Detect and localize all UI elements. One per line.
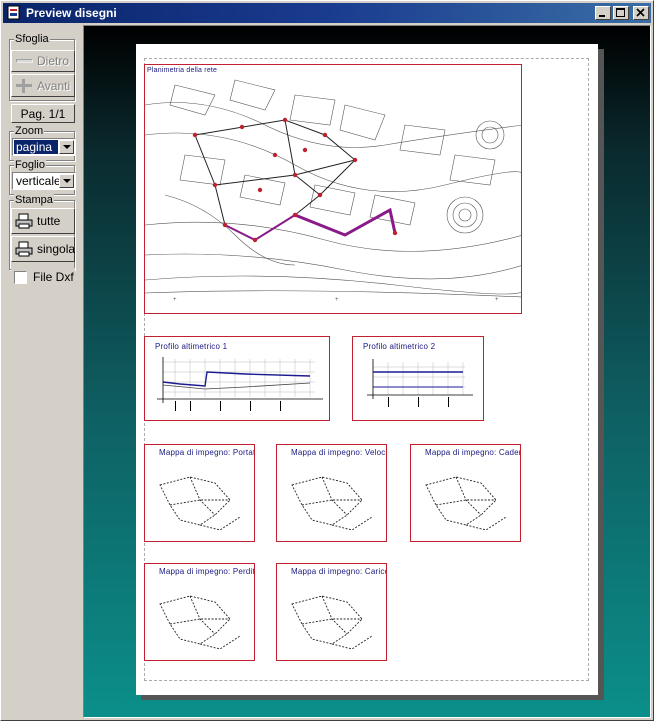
app-icon xyxy=(6,5,22,21)
map-panel-perdite: Mappa di impegno: Perdite xyxy=(144,563,255,661)
preview-area[interactable]: Planimetria della rete + + + Profilo alt… xyxy=(83,25,651,718)
file-dxf-label: File Dxf xyxy=(33,270,74,284)
svg-text:+: + xyxy=(335,297,339,303)
chevron-down-icon[interactable] xyxy=(59,174,74,188)
forward-button[interactable]: Avanti xyxy=(11,74,75,97)
page-indicator: Pag. 1/1 xyxy=(11,104,75,123)
file-dxf-checkbox[interactable] xyxy=(14,271,27,284)
zoom-value: pagina xyxy=(14,140,58,154)
print-all-button[interactable]: tutte xyxy=(11,208,75,234)
profile-chart-1 xyxy=(157,357,323,411)
back-button[interactable]: Dietro xyxy=(11,50,75,72)
zoom-label: Zoom xyxy=(14,125,45,137)
print-single-label: singola xyxy=(37,242,76,256)
zoom-select[interactable]: pagina xyxy=(12,138,76,156)
file-dxf-option[interactable]: File Dxf xyxy=(11,268,75,287)
minimize-icon[interactable] xyxy=(595,6,611,20)
main-map-drawing: + + + xyxy=(145,79,521,303)
foglio-value: verticale xyxy=(16,174,61,188)
title-bar[interactable]: Preview disegni xyxy=(3,3,651,23)
stampa-label: Stampa xyxy=(14,194,54,206)
map-panel-carico: Mappa di impegno: Carico xyxy=(276,563,387,661)
preview-window: Preview disegni Sfoglia Dietro Avanti Pa… xyxy=(0,0,654,721)
svg-text:+: + xyxy=(173,297,177,303)
page-label: Pag. 1/1 xyxy=(20,106,66,121)
map-drawing-perdite xyxy=(159,595,241,650)
window-title: Preview disegni xyxy=(26,6,117,20)
map-drawing-carico xyxy=(291,595,373,650)
main-map-panel: Planimetria della rete + + + xyxy=(144,64,522,314)
profile-panel-2: Profilo altimetrico 2 xyxy=(352,336,484,421)
print-single-button[interactable]: singola xyxy=(11,236,75,262)
maximize-icon[interactable] xyxy=(613,6,629,20)
control-panel: Sfoglia Dietro Avanti Pag. 1/1 Zoom pagi… xyxy=(3,25,81,718)
printer-icon xyxy=(15,213,33,229)
foglio-label: Foglio xyxy=(14,159,46,171)
sfoglia-label: Sfoglia xyxy=(14,33,50,45)
map-drawing-velocita xyxy=(291,476,373,531)
close-icon[interactable] xyxy=(633,6,649,20)
print-all-label: tutte xyxy=(37,214,61,228)
chevron-down-icon[interactable] xyxy=(59,140,74,154)
map-panel-velocita: Mappa di impegno: Velocità xyxy=(276,444,387,542)
preview-sheet: Planimetria della rete + + + Profilo alt… xyxy=(136,44,598,695)
profile-chart-2 xyxy=(367,359,473,407)
back-label: Dietro xyxy=(37,54,70,68)
map-drawing-cadente xyxy=(425,476,507,531)
map-panel-portata: Mappa di impegno: Portata xyxy=(144,444,255,542)
map-drawing-portata xyxy=(159,476,241,531)
profile-panel-1: Profilo altimetrico 1 xyxy=(144,336,330,421)
back-icon xyxy=(15,53,33,69)
svg-text:+: + xyxy=(495,297,499,303)
forward-icon xyxy=(15,78,33,94)
forward-label: Avanti xyxy=(37,78,71,93)
foglio-select[interactable]: verticale xyxy=(12,172,76,190)
printer-icon xyxy=(15,241,33,257)
map-panel-cadente: Mappa di impegno: Cadente xyxy=(410,444,521,542)
